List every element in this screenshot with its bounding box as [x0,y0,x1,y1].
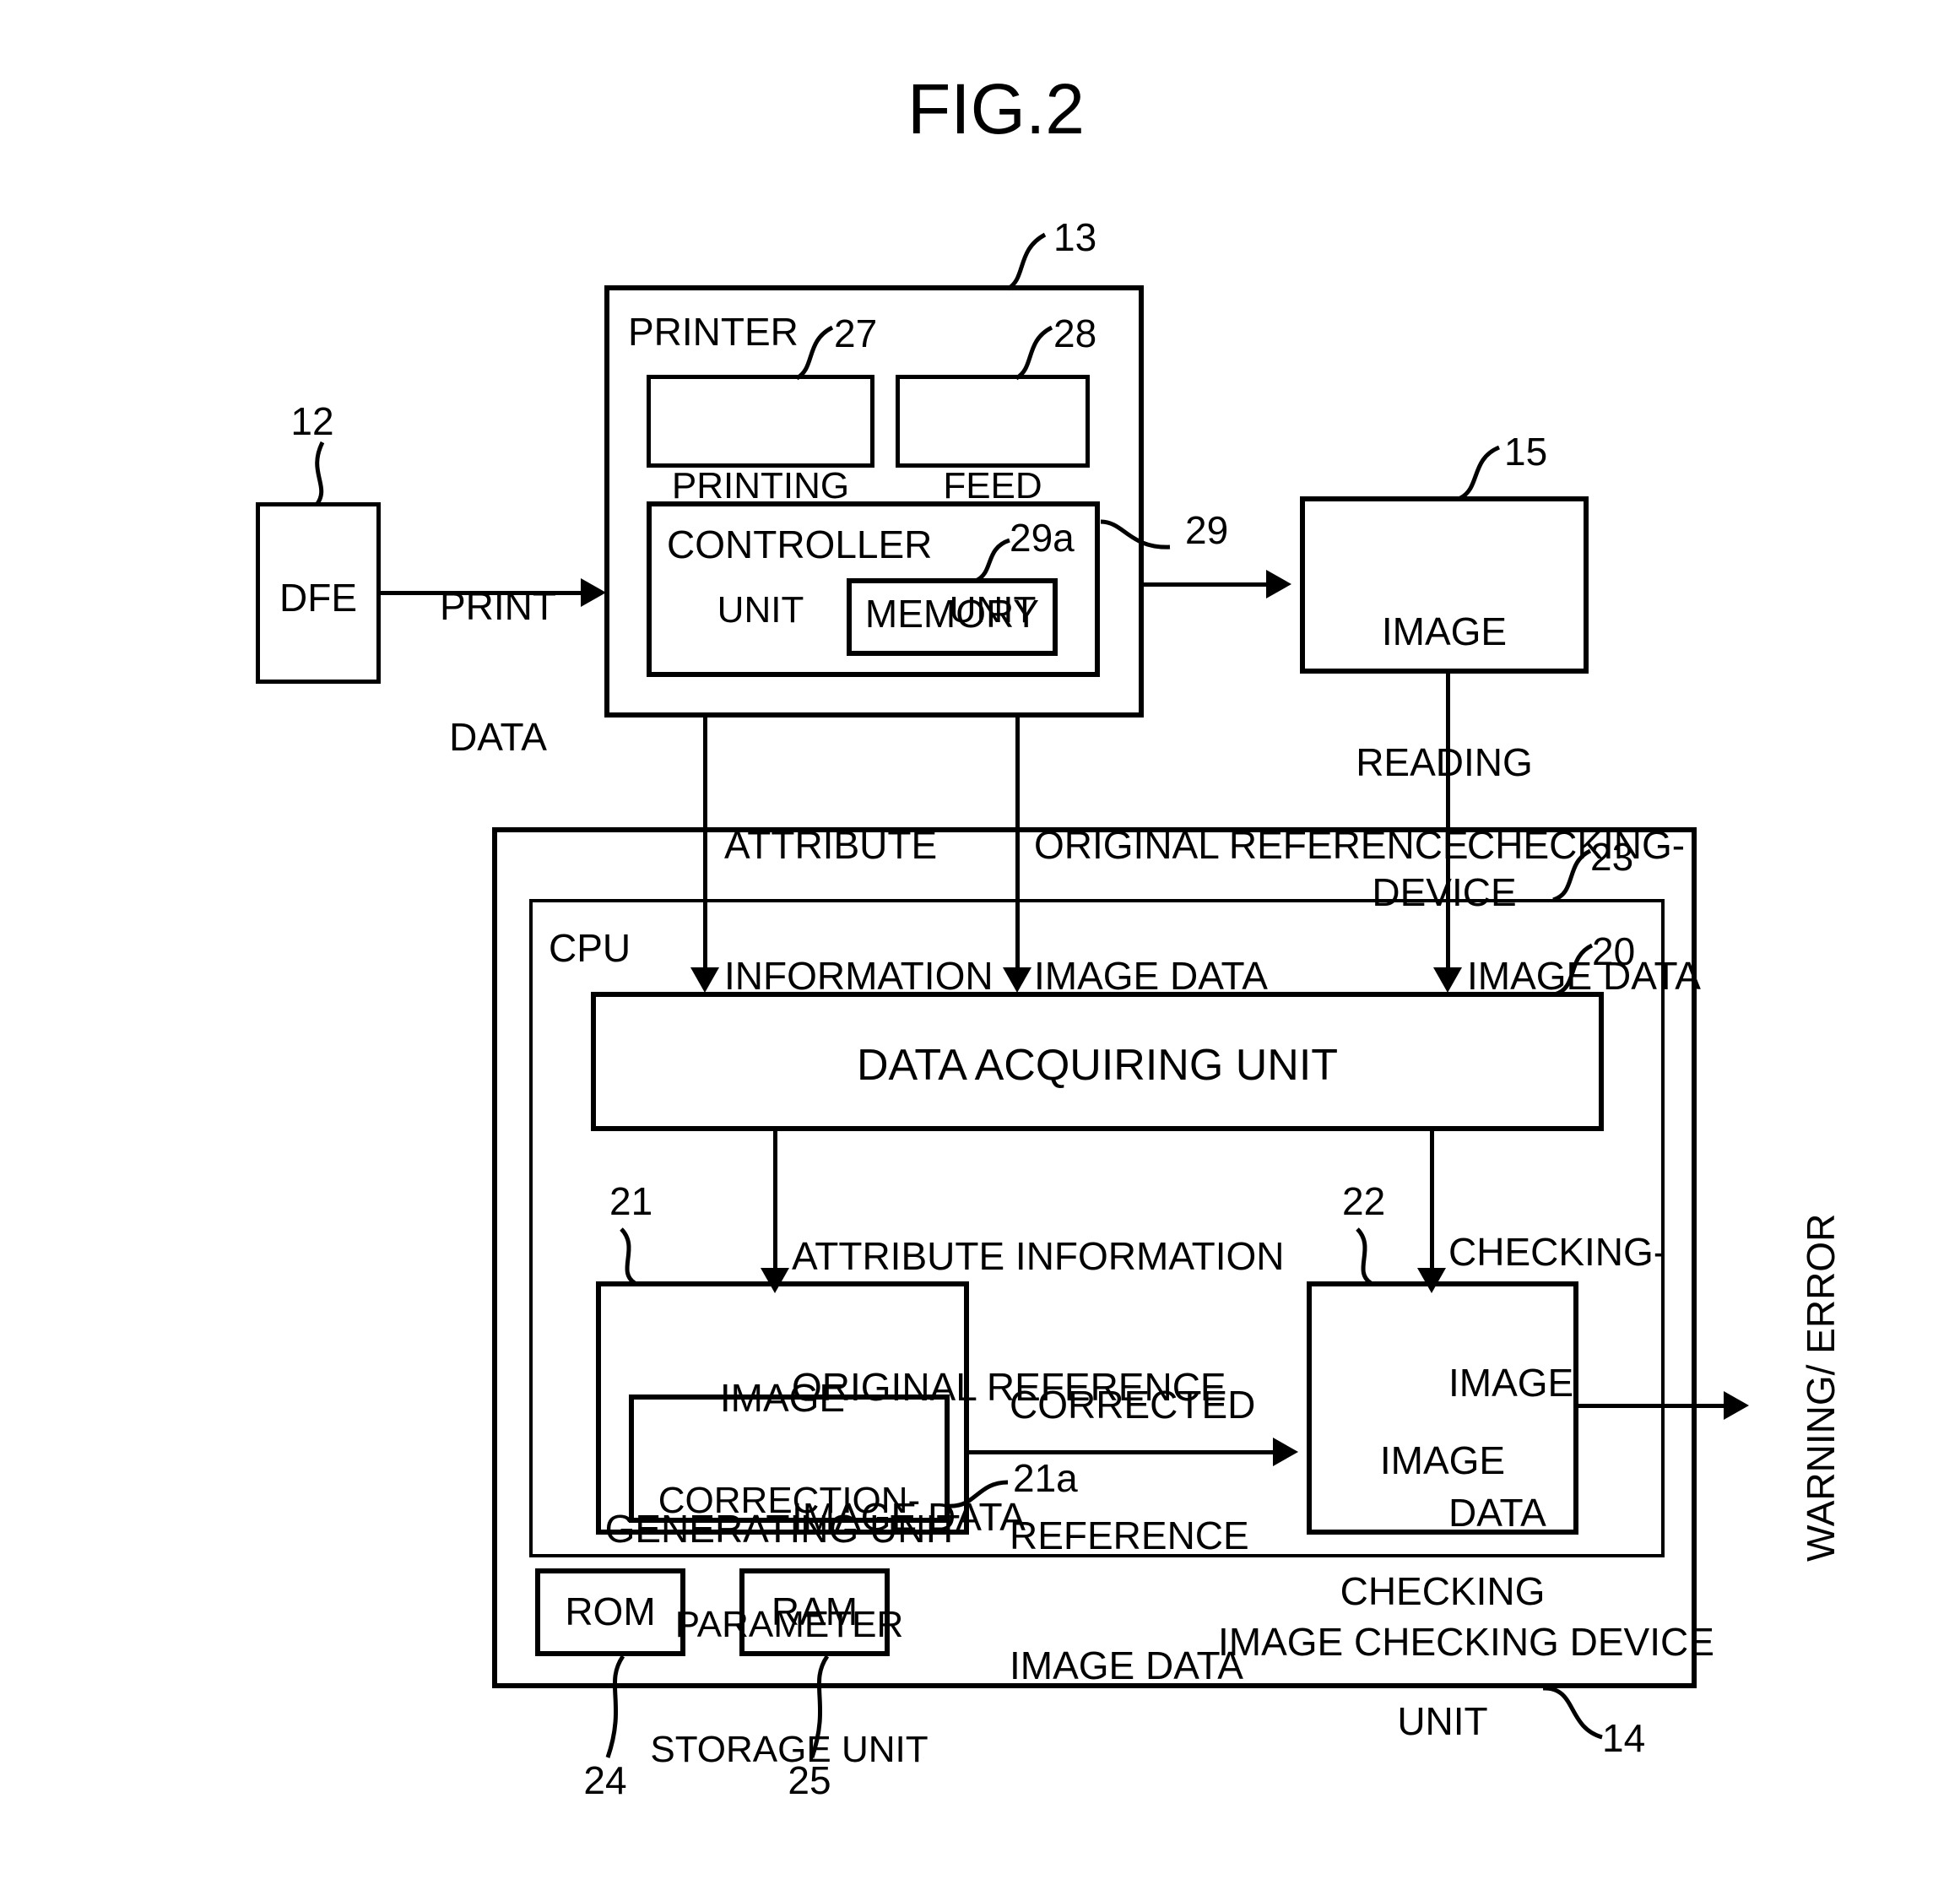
ram-ref-number: 25 [788,1758,831,1802]
cpu-ref-number: 23 [1590,835,1634,879]
image-checking-unit-label-line3: UNIT [1397,1699,1488,1744]
controller-label: CONTROLLER [667,523,933,566]
printer-to-reader-line [1141,582,1276,587]
warning-error-line [1577,1404,1737,1408]
image-checking-unit-label-line1: IMAGE [1379,1438,1506,1483]
feed-unit-label-line1: FEED [943,464,1042,506]
image-checking-device-ref-number: 14 [1602,1716,1646,1760]
controller-output-ref-number: 29 [1185,508,1229,552]
corrected-reference-image-data-label: CORRECTED REFERENCE IMAGE DATA [1010,1297,1347,1775]
correction-parameter-storage-unit-label-line1: CORRECTION- [658,1479,921,1521]
figure-canvas: FIG.2 DFE 12 PRINT DATA PRINTER 13 PRINT… [0,0,1960,1890]
memory-ref-number: 29a [1010,516,1075,560]
ram-leader-line [809,1654,830,1758]
data-acquiring-unit-ref-number: 20 [1592,929,1636,973]
image-checking-unit-ref-number: 22 [1342,1179,1386,1223]
memory-label: MEMORY [864,592,1040,636]
corrected-reference-image-data-label-line3: IMAGE DATA [1010,1644,1243,1688]
page-title: FIG.2 [907,69,1086,149]
rom-leader-line [605,1654,625,1758]
warning-error-arrowhead [1724,1391,1749,1420]
printing-unit-label-line1: PRINTING [671,464,850,506]
print-data-label: PRINT DATA [397,498,599,846]
print-data-label-line1: PRINT [440,584,556,629]
print-data-label-line2: DATA [449,714,547,759]
image-reading-device-ref-number: 15 [1504,430,1548,474]
checking-image-data-mid-line [1430,1129,1434,1283]
dfe-ref-number: 12 [290,399,334,443]
cpu-label: CPU [549,926,631,970]
image-checking-unit-label-line2: CHECKING [1340,1568,1546,1613]
printer-to-reader-arrowhead [1266,570,1291,598]
checking-image-data-mid-label-line1: CHECKING- [1448,1230,1667,1275]
dfe-label: DFE [279,576,357,620]
image-checking-unit-label: IMAGE CHECKING UNIT [1307,1352,1578,1831]
dfe-leader-line [314,441,325,506]
printer-ref-number: 13 [1053,215,1097,259]
warning-error-label: WARNING/ ERROR [1799,1213,1843,1562]
rom-ref-number: 24 [583,1758,627,1802]
rom-label: ROM [565,1589,656,1633]
image-generating-unit-ref-number: 21 [609,1179,653,1223]
feed-unit-ref-number: 28 [1053,311,1097,355]
image-checking-unit-leader-line [1356,1227,1373,1286]
image-generating-unit-leader-line [620,1227,636,1286]
attr-original-mid-label-line1: ATTRIBUTE INFORMATION [792,1234,1285,1279]
corrected-reference-image-data-label-line2: REFERENCE [1010,1513,1249,1557]
attr-original-mid-line [773,1129,777,1283]
ram-label: RAM [771,1589,858,1633]
data-acquiring-unit-label: DATA ACQUIRING UNIT [856,1041,1339,1090]
corrected-reference-image-data-label-line1: CORRECTED [1010,1383,1256,1427]
printing-unit-ref-number: 27 [834,311,878,355]
image-reading-device-label-line1: IMAGE [1381,609,1508,654]
